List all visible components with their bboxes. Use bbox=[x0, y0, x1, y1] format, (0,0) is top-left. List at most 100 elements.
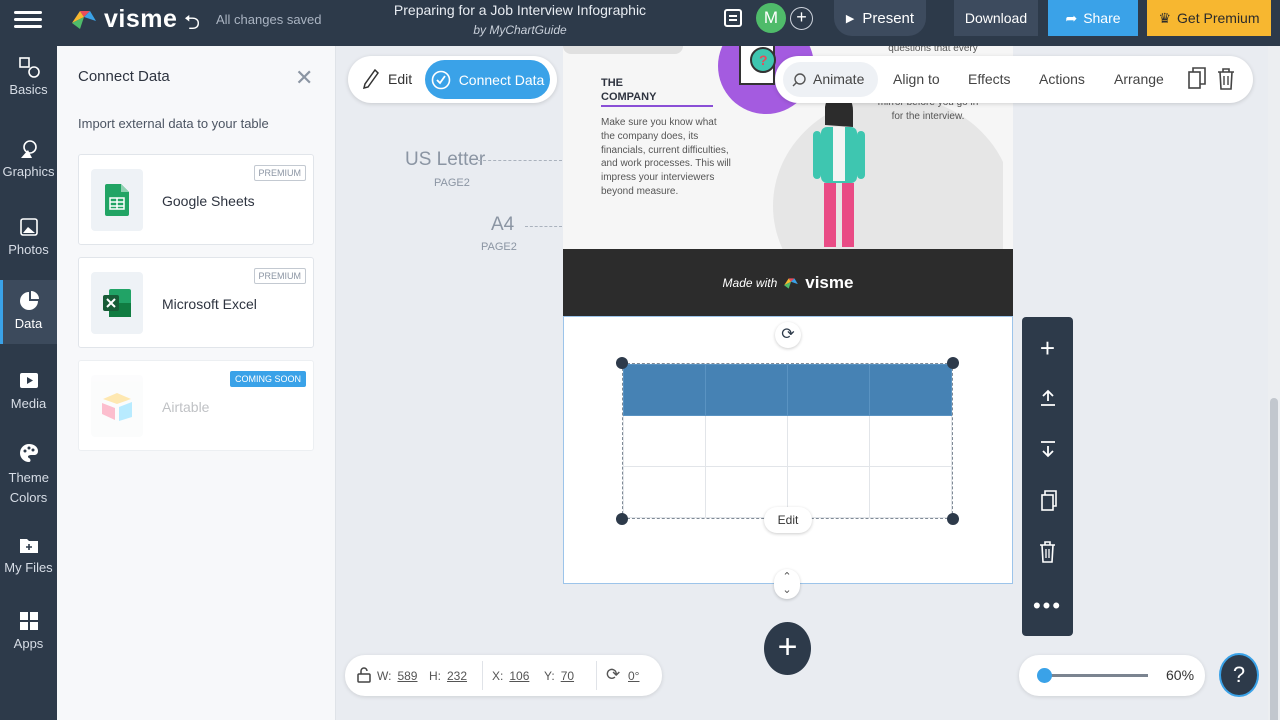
selected-table[interactable] bbox=[622, 363, 953, 519]
google-sheets-card[interactable]: Google Sheets PREMIUM bbox=[78, 154, 314, 245]
visme-logo[interactable]: visme bbox=[70, 5, 177, 34]
apps-grid-icon bbox=[19, 612, 38, 630]
present-button[interactable]: ▶ Present bbox=[834, 0, 926, 36]
close-icon[interactable]: ✕ bbox=[295, 65, 313, 91]
coming-soon-badge: COMING SOON bbox=[229, 371, 306, 387]
download-button[interactable]: Download bbox=[954, 0, 1038, 36]
divider bbox=[596, 661, 597, 690]
scrollbar-thumb[interactable] bbox=[1270, 398, 1278, 720]
rotate-icon[interactable]: ⟳ bbox=[775, 322, 801, 348]
us-letter-label[interactable]: US Letter bbox=[405, 149, 485, 171]
table-cell[interactable] bbox=[623, 466, 706, 518]
rail-item-apps[interactable]: Apps bbox=[0, 610, 57, 660]
insert-row-below-icon[interactable] bbox=[1022, 438, 1073, 460]
width-value[interactable]: 589 bbox=[397, 669, 417, 683]
rail-label-media: Media bbox=[10, 396, 47, 411]
made-with-label: Made with bbox=[722, 276, 778, 290]
connect-data-mode-label: Connect Data bbox=[458, 71, 545, 88]
rail-item-theme-colors[interactable]: Theme Colors bbox=[0, 442, 57, 508]
divider bbox=[482, 661, 483, 690]
y-value[interactable]: 70 bbox=[561, 669, 574, 683]
table-cell[interactable] bbox=[869, 466, 952, 518]
hamburger-menu-icon[interactable] bbox=[14, 7, 42, 35]
trash-icon[interactable] bbox=[1217, 67, 1235, 91]
premium-badge: PREMIUM bbox=[253, 165, 306, 181]
table-header-row[interactable] bbox=[623, 364, 952, 416]
height-value[interactable]: 232 bbox=[447, 669, 467, 683]
undo-icon[interactable]: ⮌ bbox=[184, 8, 200, 42]
table-cell[interactable] bbox=[623, 364, 706, 416]
made-with-text: Made with visme bbox=[563, 273, 1013, 293]
us-letter-guide bbox=[478, 160, 562, 161]
share-button[interactable]: ➦ Share bbox=[1048, 0, 1138, 36]
x-label: X: bbox=[492, 669, 504, 683]
table-cell[interactable] bbox=[623, 415, 706, 467]
a4-page-label: PAGE2 bbox=[481, 241, 517, 253]
rail-item-my-files[interactable]: My Files bbox=[0, 534, 57, 584]
woman-illustration bbox=[813, 94, 865, 247]
help-button[interactable]: ? bbox=[1219, 653, 1259, 697]
table-cell[interactable] bbox=[705, 364, 788, 416]
effects-button[interactable]: Effects bbox=[968, 71, 1011, 87]
rotation-value[interactable]: 0° bbox=[628, 669, 639, 683]
connect-data-icon bbox=[431, 70, 450, 89]
a4-label[interactable]: A4 bbox=[491, 214, 514, 236]
lock-icon[interactable] bbox=[357, 667, 371, 683]
pie-chart-icon bbox=[19, 291, 39, 310]
zoom-control: 60% bbox=[1019, 655, 1205, 696]
made-with-footer: Made with visme bbox=[563, 249, 1013, 316]
add-row-icon[interactable]: + bbox=[1022, 333, 1073, 364]
connect-data-mode-button[interactable]: Connect Data bbox=[425, 60, 550, 99]
table-side-toolbar: + ••• bbox=[1022, 317, 1073, 636]
actions-button[interactable]: Actions bbox=[1039, 71, 1085, 87]
rail-item-media[interactable]: Media bbox=[0, 370, 57, 420]
table-cell[interactable] bbox=[869, 415, 952, 467]
panel-title: Connect Data bbox=[78, 68, 170, 85]
edit-mode-button[interactable]: Edit bbox=[363, 69, 412, 89]
edit-mode-label: Edit bbox=[388, 71, 413, 87]
edit-table-button[interactable]: Edit bbox=[764, 507, 812, 533]
resize-handle-top-right[interactable] bbox=[947, 357, 959, 369]
align-to-button[interactable]: Align to bbox=[893, 71, 940, 87]
add-collaborator-icon[interactable]: + bbox=[790, 7, 813, 30]
table-cell[interactable] bbox=[787, 364, 870, 416]
more-options-icon[interactable]: ••• bbox=[1022, 593, 1073, 619]
share-icon: ➦ bbox=[1065, 9, 1078, 26]
animate-button[interactable]: Animate bbox=[783, 62, 879, 97]
document-title[interactable]: Preparing for a Job Interview Infographi… bbox=[380, 2, 660, 18]
zoom-slider-track[interactable] bbox=[1042, 674, 1148, 677]
folder-icon bbox=[19, 539, 38, 553]
table-cell[interactable] bbox=[869, 364, 952, 416]
zoom-slider-handle[interactable] bbox=[1037, 668, 1052, 683]
made-with-brand: visme bbox=[805, 273, 854, 292]
microsoft-excel-card[interactable]: Microsoft Excel PREMIUM bbox=[78, 257, 314, 348]
table-cell[interactable] bbox=[705, 415, 788, 467]
duplicate-icon[interactable] bbox=[1022, 489, 1073, 513]
resize-handle-bottom-right[interactable] bbox=[947, 513, 959, 525]
insert-row-above-icon[interactable] bbox=[1022, 387, 1073, 409]
rail-item-basics[interactable]: Basics bbox=[0, 56, 57, 116]
rail-item-graphics[interactable]: Graphics bbox=[0, 138, 57, 188]
get-premium-button[interactable]: ♛ Get Premium bbox=[1147, 0, 1271, 36]
decorative-arc bbox=[563, 46, 683, 54]
copy-icon[interactable] bbox=[1188, 67, 1206, 91]
table-cell[interactable] bbox=[787, 415, 870, 467]
table-grid[interactable] bbox=[623, 364, 952, 518]
vertical-scrollbar[interactable] bbox=[1268, 46, 1280, 720]
rail-label-graphics: Graphics bbox=[2, 164, 55, 179]
x-value[interactable]: 106 bbox=[509, 669, 529, 683]
user-avatar[interactable]: M bbox=[756, 3, 786, 33]
present-label: Present bbox=[862, 9, 915, 27]
resize-handle-top-left[interactable] bbox=[616, 357, 628, 369]
resize-handle-bottom-left[interactable] bbox=[616, 513, 628, 525]
comments-icon[interactable] bbox=[724, 9, 742, 27]
page-resize-icon[interactable]: ⌃ ⌄ bbox=[774, 569, 800, 599]
rail-item-data[interactable]: Data bbox=[0, 280, 57, 344]
pencil-icon bbox=[363, 69, 379, 89]
microsoft-excel-icon bbox=[91, 272, 143, 334]
delete-icon[interactable] bbox=[1022, 540, 1073, 564]
rail-item-photos[interactable]: Photos bbox=[0, 216, 57, 266]
arrange-button[interactable]: Arrange bbox=[1114, 71, 1164, 87]
add-page-button[interactable]: + bbox=[764, 622, 811, 675]
table-row[interactable] bbox=[623, 415, 952, 467]
